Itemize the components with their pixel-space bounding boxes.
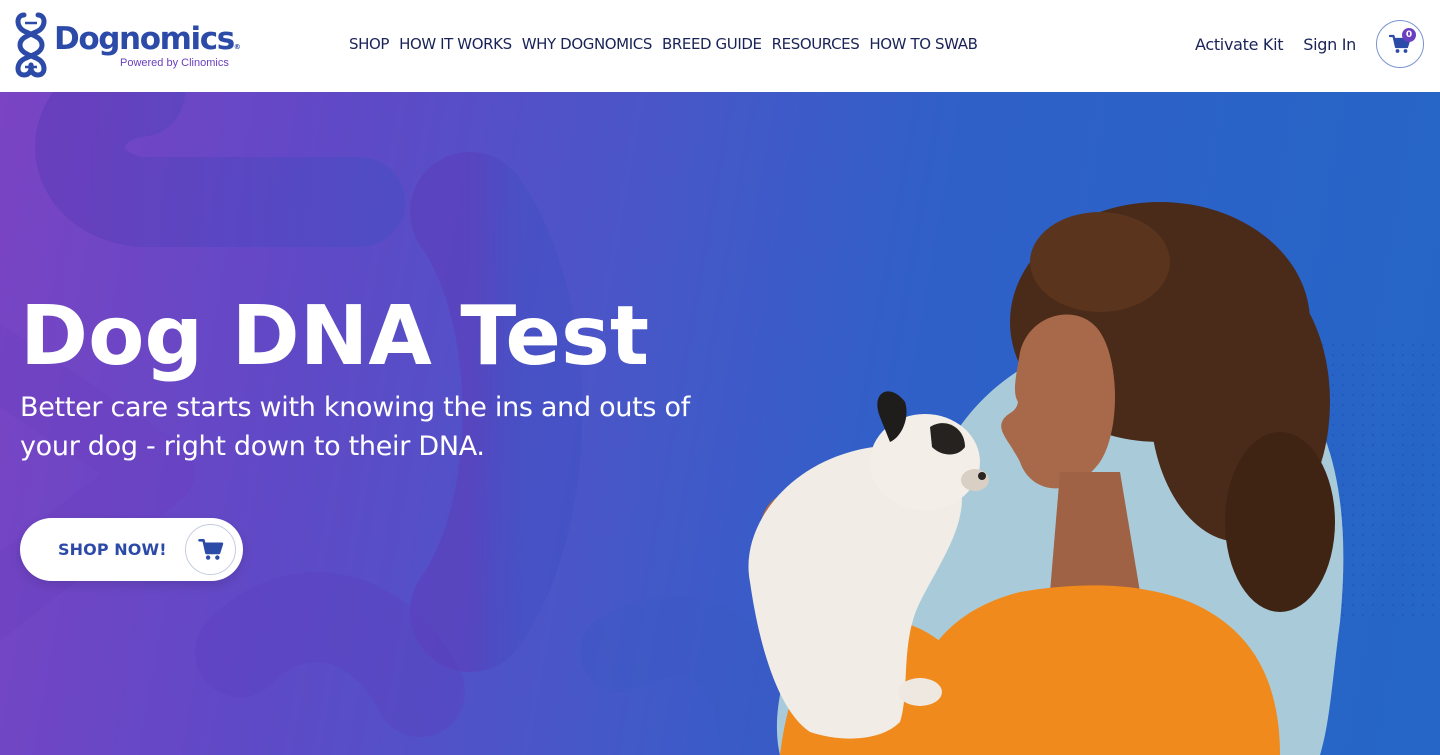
activate-kit-link[interactable]: Activate Kit <box>1195 35 1284 54</box>
nav-item-how-to-swab[interactable]: HOW TO SWAB <box>869 34 978 54</box>
nav-item-resources[interactable]: RESOURCES <box>772 34 860 54</box>
cart-button[interactable]: 0 <box>1376 20 1424 68</box>
header-actions: Activate Kit Sign In 0 <box>1195 20 1424 68</box>
brand-name: Dognomics® <box>54 21 241 57</box>
shopping-cart-icon <box>197 539 223 560</box>
shop-now-button[interactable]: SHOP NOW! <box>20 518 243 581</box>
hero-banner: Dog DNA Test Better care starts with kno… <box>0 92 1440 755</box>
hero-subtitle: Better care starts with knowing the ins … <box>20 392 690 462</box>
nav-item-how-it-works[interactable]: HOW IT WORKS <box>399 34 512 54</box>
logo-wordmark: Dognomics® Powered by Clinomics <box>54 21 241 69</box>
site-header: Dognomics® Powered by Clinomics SHOP HOW… <box>0 0 1440 92</box>
dognomics-logo[interactable]: Dognomics® Powered by Clinomics <box>14 9 241 81</box>
registered-mark: ® <box>233 43 241 51</box>
brand-tagline: Powered by Clinomics <box>120 57 229 69</box>
hero-title: Dog DNA Test <box>20 289 650 384</box>
shop-now-label: SHOP NOW! <box>58 540 167 559</box>
main-nav: SHOP HOW IT WORKS WHY DOGNOMICS BREED GU… <box>344 34 978 54</box>
sign-in-link[interactable]: Sign In <box>1303 35 1356 54</box>
dna-helix-logo-icon <box>15 12 47 78</box>
hero-photo-woman-with-puppy <box>748 202 1344 755</box>
shop-now-cart-icon-wrap <box>185 524 236 575</box>
cart-count-badge: 0 <box>1402 28 1416 42</box>
nav-item-breed-guide[interactable]: BREED GUIDE <box>662 34 762 54</box>
nav-item-shop[interactable]: SHOP <box>344 34 389 54</box>
nav-item-why-dognomics[interactable]: WHY DOGNOMICS <box>522 34 653 54</box>
